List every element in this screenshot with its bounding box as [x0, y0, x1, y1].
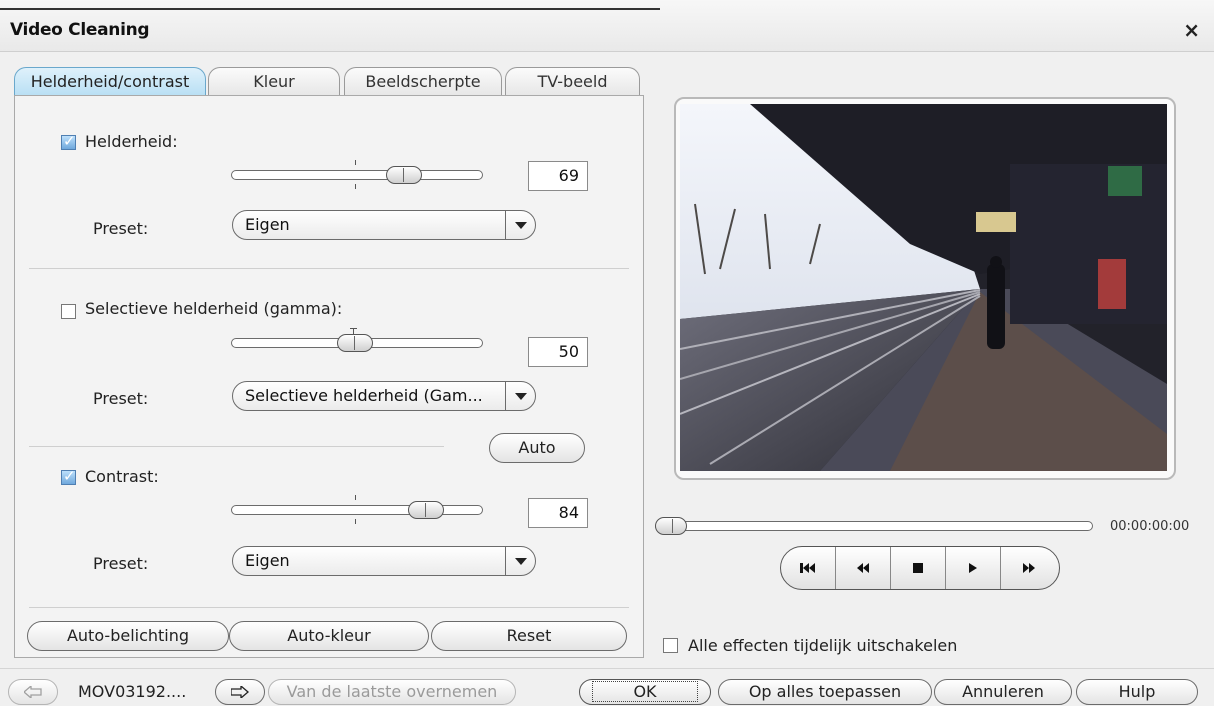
brightness-tick-top [355, 160, 356, 165]
brightness-label: Helderheid: [85, 132, 178, 151]
gamma-slider-thumb[interactable] [337, 334, 373, 352]
divider [29, 607, 629, 608]
previous-clip-button[interactable] [8, 679, 58, 705]
preview-image [680, 104, 1167, 471]
auto-color-button[interactable]: Auto-kleur [229, 621, 429, 651]
title-bar: Video Cleaning × [0, 0, 1214, 52]
transport-controls [780, 546, 1060, 590]
cancel-button[interactable]: Annuleren [934, 679, 1072, 705]
contrast-slider[interactable] [231, 505, 483, 515]
contrast-tick-top [355, 495, 356, 500]
fast-forward-icon [1022, 563, 1035, 573]
gamma-value[interactable]: 50 [528, 337, 588, 367]
rewind-button[interactable] [836, 547, 891, 589]
next-clip-button[interactable] [215, 679, 265, 705]
auto-exposure-button[interactable]: Auto-belichting [27, 621, 229, 651]
copy-from-last-button[interactable]: Van de laatste overnemen [268, 679, 516, 705]
brightness-slider-thumb[interactable] [386, 166, 422, 184]
title-bar-edge [0, 8, 660, 10]
gamma-preset-select[interactable]: Selectieve helderheid (Gam... [232, 381, 536, 411]
chevron-down-icon [505, 211, 535, 239]
gamma-preset-label: Preset: [93, 389, 149, 408]
ok-button[interactable]: OK [579, 679, 711, 705]
help-button[interactable]: Hulp [1076, 679, 1198, 705]
brightness-preset-select[interactable]: Eigen [232, 210, 536, 240]
chevron-down-icon [505, 382, 535, 410]
play-icon [969, 563, 977, 573]
clip-filename: MOV03192.... [78, 682, 187, 701]
brightness-preset-label: Preset: [93, 219, 149, 238]
timeline-slider[interactable] [655, 521, 1093, 531]
chevron-down-icon [505, 547, 535, 575]
arrow-right-icon [230, 684, 249, 700]
contrast-preset-label: Preset: [93, 554, 149, 573]
divider [29, 268, 629, 269]
brightness-checkbox[interactable] [61, 132, 76, 150]
skip-to-start-icon [800, 563, 815, 573]
close-icon[interactable]: × [1183, 18, 1200, 42]
divider [29, 446, 444, 447]
disable-all-effects-label: Alle effecten tijdelijk uitschakelen [688, 636, 958, 655]
ok-label: OK [592, 681, 698, 702]
contrast-slider-thumb[interactable] [408, 501, 444, 519]
tab-sharpness[interactable]: Beeldscherpte [344, 67, 502, 96]
contrast-checkbox[interactable] [61, 467, 76, 485]
settings-panel: Helderheid: 69 Preset: Eigen Selectieve … [14, 95, 644, 658]
contrast-preset-select[interactable]: Eigen [232, 546, 536, 576]
stop-button[interactable] [891, 547, 946, 589]
reset-button[interactable]: Reset [431, 621, 627, 651]
gamma-preset-value: Selectieve helderheid (Gam... [245, 386, 483, 405]
play-button[interactable] [946, 547, 1001, 589]
contrast-label: Contrast: [85, 467, 159, 486]
footer-divider [0, 668, 1214, 669]
auto-button[interactable]: Auto [489, 433, 585, 463]
tab-brightness-contrast[interactable]: Helderheid/contrast [14, 67, 206, 96]
timecode: 00:00:00:00 [1110, 519, 1190, 534]
skip-to-start-button[interactable] [781, 547, 836, 589]
rewind-icon [857, 563, 869, 573]
stop-icon [913, 563, 923, 573]
contrast-value[interactable]: 84 [528, 498, 588, 528]
arrow-left-icon [23, 684, 42, 700]
fast-forward-button[interactable] [1001, 547, 1056, 589]
gamma-label: Selectieve helderheid (gamma): [85, 299, 343, 318]
tab-tv-image[interactable]: TV-beeld [505, 67, 640, 96]
brightness-preset-value: Eigen [245, 215, 290, 234]
brightness-value[interactable]: 69 [528, 161, 588, 191]
apply-to-all-button[interactable]: Op alles toepassen [718, 679, 932, 705]
brightness-tick-bottom [355, 184, 356, 189]
tab-color[interactable]: Kleur [208, 67, 340, 96]
video-preview [680, 104, 1167, 471]
contrast-tick-bottom [355, 519, 356, 524]
brightness-slider[interactable] [231, 170, 483, 180]
window-title: Video Cleaning [10, 20, 150, 40]
timeline-slider-thumb[interactable] [655, 517, 687, 535]
disable-all-effects-checkbox[interactable] [663, 638, 678, 653]
contrast-preset-value: Eigen [245, 551, 290, 570]
gamma-checkbox[interactable] [61, 304, 76, 319]
